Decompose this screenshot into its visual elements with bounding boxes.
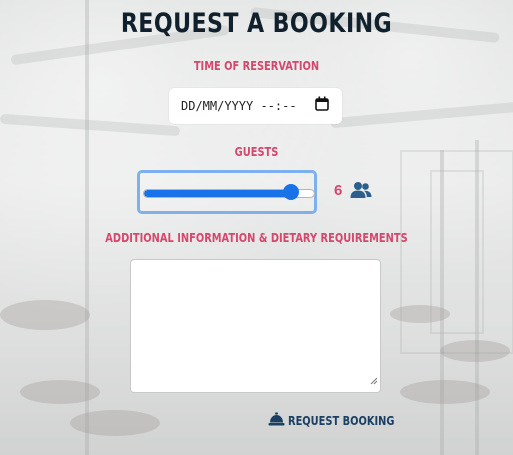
- concierge-bell-icon: [268, 412, 285, 431]
- request-booking-label: REQUEST BOOKING: [288, 414, 395, 428]
- calendar-icon[interactable]: [315, 96, 329, 116]
- booking-form: Request a Booking TIME OF RESERVATION DD…: [0, 0, 513, 455]
- page-title: Request a Booking: [120, 8, 393, 39]
- time-of-reservation-label: TIME OF RESERVATION: [193, 59, 320, 73]
- users-icon: [350, 181, 372, 204]
- additional-info-label: ADDITIONAL INFORMATION & DIETARY REQUIRE…: [105, 231, 408, 245]
- datetime-placeholder: DD/MM/YYYY --:--: [181, 99, 297, 113]
- request-booking-button[interactable]: REQUEST BOOKING: [268, 411, 418, 431]
- guests-slider[interactable]: [137, 170, 317, 214]
- resize-handle-icon[interactable]: [370, 372, 378, 390]
- guest-count: 6: [334, 182, 343, 199]
- reservation-datetime-input[interactable]: DD/MM/YYYY --:--: [169, 88, 342, 124]
- additional-info-textarea[interactable]: [130, 259, 381, 393]
- guests-label: GUESTS: [234, 145, 279, 159]
- guests-slider-fill: [144, 190, 293, 197]
